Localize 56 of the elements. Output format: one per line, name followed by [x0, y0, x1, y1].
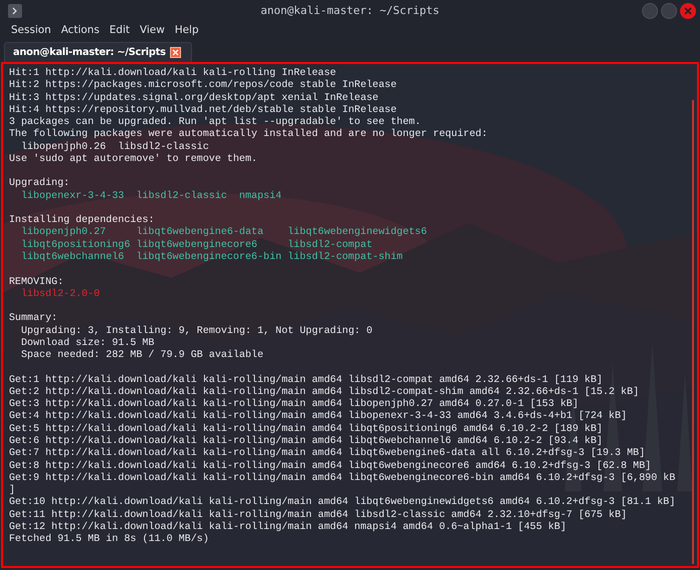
terminal-line: Fetched 91.5 MB in 8s (11.0 MB/s) — [9, 534, 209, 546]
terminal-line: Hit:4 https://repository.mullvad.net/deb/stable stable InRelease — [9, 104, 397, 116]
terminal-line: Space needed: 282 MB / 79.9 GB available — [21, 350, 264, 362]
package-name: libopenjph0.27 — [21, 227, 106, 238]
terminal-line: Get:1 http://kali.download/kali kali-rolling/main amd64 libsdl2-compat amd64 2.32.66+ds-1 [119 kB] — [9, 374, 603, 386]
terminal-line: Get:12 http://kali.download/kali kali-rolling/main amd64 nmapsi4 amd64 0.6~alpha1-1 [455 kB] — [9, 522, 566, 534]
package-name: libsdl2-classic — [136, 190, 228, 203]
terminal-line: Download size: 91.5 MB — [21, 338, 154, 350]
menu-item[interactable]: Session — [6, 23, 56, 39]
package-name: libqt6webengine6-data — [136, 227, 264, 238]
terminal-line: Hit:1 http://kali.download/kali kali-rolling InRelease — [9, 68, 336, 80]
terminal-line: REMOVING: — [9, 276, 64, 288]
maximize-button[interactable] — [661, 3, 677, 19]
menu-item[interactable]: Edit — [104, 23, 135, 39]
terminal-line: Get:11 http://kali.download/kali kali-rolling/main amd64 libsdl2-classic amd64 2.32.10+dfsg-7 [675 kB] — [9, 510, 627, 522]
menu-item[interactable]: View — [134, 23, 170, 39]
close-icon — [684, 7, 692, 15]
terminal-line: Use 'sudo apt autoremove' to remove them. — [9, 154, 258, 166]
close-icon[interactable] — [170, 47, 181, 58]
terminal-line: Installing dependencies: — [9, 215, 154, 226]
terminal-line: Get:2 http://kali.download/kali kali-rolling/main amd64 libsdl2-compat-shim amd64 2.32.66+ds-1 [15.2 kB] — [9, 386, 639, 398]
package-name: libsdl2-2.0-0 — [21, 288, 100, 302]
terminal-line: Get:7 http://kali.download/kali kali-rolling/main amd64 libqt6webengine6-data all 6.10.2+dfsg-3 [19.3 MB] — [9, 448, 646, 460]
terminal-line: 3 packages can be upgraded. Run 'apt list --upgradable' to see them. — [9, 117, 421, 128]
menu-item[interactable]: Help — [170, 23, 204, 39]
package-name: libopenexr-3-4-33 — [21, 190, 124, 203]
package-name: libsdl2-compat-shim — [288, 252, 403, 263]
menu-item[interactable]: Actions — [56, 23, 104, 39]
package-name: libqt6webchannel6 — [21, 252, 124, 263]
package-name: libqt6positioning6 — [21, 240, 130, 251]
package-name: libqt6webenginecore6-bin — [136, 252, 282, 263]
package-name: libsdl2-compat — [288, 240, 372, 251]
close-button[interactable] — [680, 3, 696, 19]
terminal-line: Upgrading: 3, Installing: 9, Removing: 1, Not Upgrading: 0 — [21, 326, 372, 338]
terminal-line: Upgrading: — [9, 178, 70, 190]
package-name: libqt6webenginecore6 — [136, 240, 258, 251]
tab[interactable]: anon@kali-master: ~/Scripts — [4, 42, 192, 62]
terminal-line: Get:9 http://kali.download/kali kali-rolling/main amd64 libqt6webenginecore6-bin amd64 6.10.2+dfsg-3 [6,890 kB — [9, 472, 676, 484]
terminal-line: Get:6 http://kali.download/kali kali-rolling/main amd64 libqt6webchannel6 amd64 6.10.2-2 [93.4 kB] — [9, 436, 603, 448]
terminal-line: Get:8 http://kali.download/kali kali-rolling/main amd64 libqt6webenginecore6 amd64 6.10.2+dfsg-3 [62.8 MB] — [9, 460, 652, 472]
terminal-line: The following packages were automatically installed and are no longer required: — [9, 129, 488, 142]
terminal-line: ] — [9, 485, 16, 497]
terminal-line: Hit:3 https://updates.signal.org/desktop/apt xenial InRelease — [9, 92, 378, 104]
package-name: libqt6webenginewidgets6 — [288, 227, 427, 238]
terminal-line: Get:3 http://kali.download/kali kali-rolling/main amd64 libopenjph0.27 amd64 0.27.0-1 [153 kB] — [9, 399, 578, 410]
terminal-line: Get:10 http://kali.download/kali kali-rolling/main amd64 libqt6webenginewidgets6 amd64 6.10.2+dfsg-3 [81.1 kB] — [9, 497, 676, 510]
package-name: nmapsi4 — [239, 190, 282, 203]
minimize-button[interactable] — [642, 3, 658, 19]
terminal-line: Summary: — [9, 313, 58, 326]
terminal-line: Get:4 http://kali.download/kali kali-rolling/main amd64 libopenexr-3-4-33 amd64 3.4.6+ds-4+b1 [724 kB] — [9, 411, 627, 424]
scrollbar[interactable] — [692, 100, 694, 564]
terminal-icon[interactable] — [8, 4, 22, 18]
window-title: anon@kali-master: ~/Scripts — [260, 2, 440, 19]
terminal-line: libopenjph0.26 libsdl2-classic — [21, 142, 209, 154]
terminal-line: Get:5 http://kali.download/kali kali-rolling/main amd64 libqt6positioning6 amd64 6.10.2-2 [189 kB] — [9, 424, 603, 436]
terminal-line: Hit:2 https://packages.microsoft.com/repos/code stable InRelease — [9, 80, 397, 92]
